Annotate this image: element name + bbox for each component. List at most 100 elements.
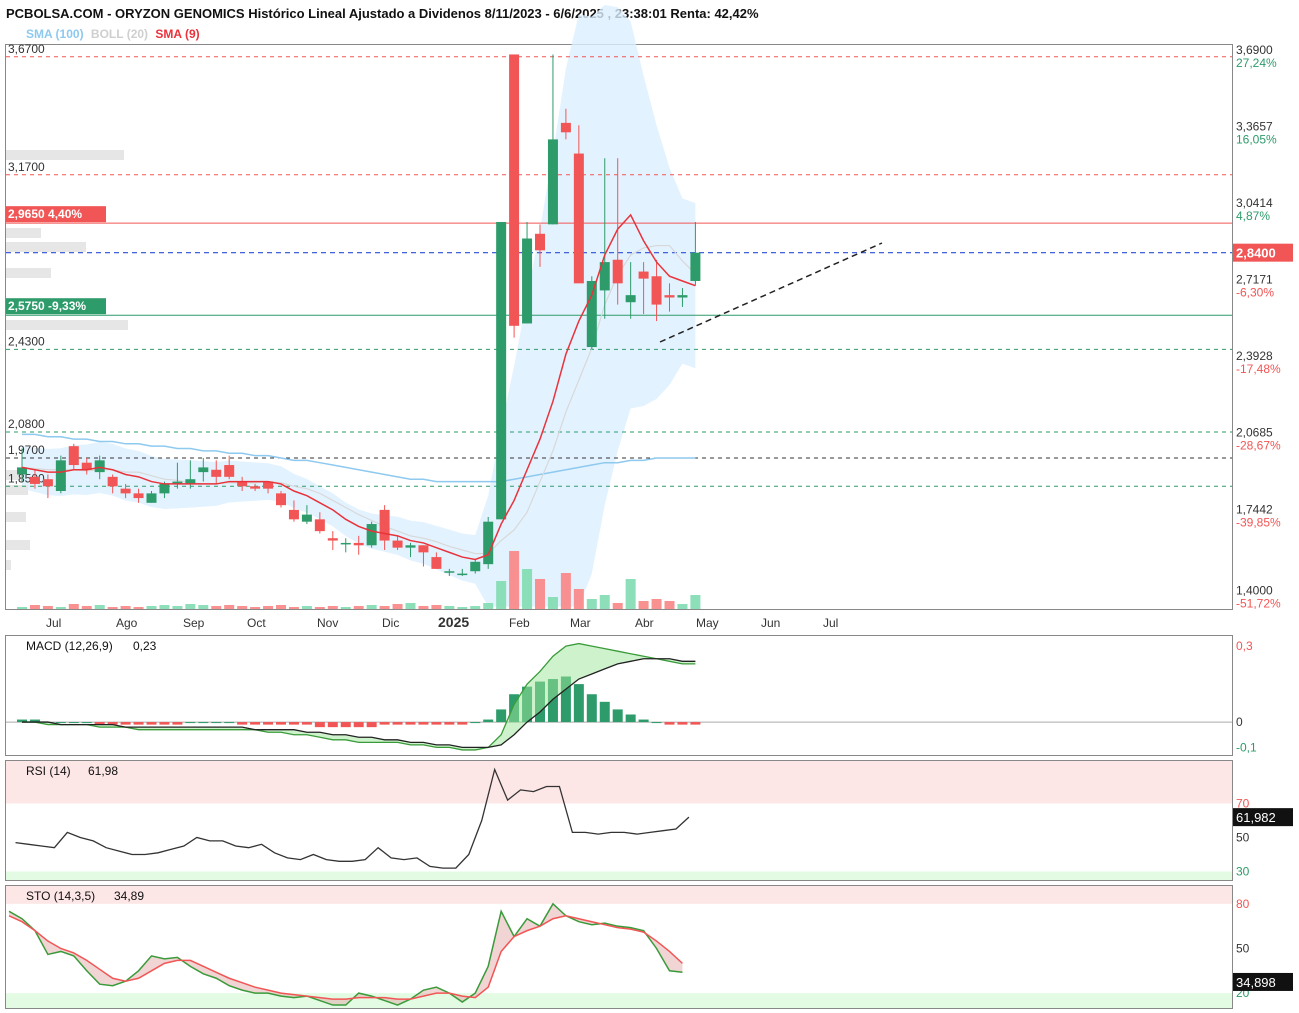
macd-histogram-bar [418,722,429,725]
volume-bar [457,607,468,609]
volume-bar [483,603,494,609]
y-tick-label: 3,3657 [1236,120,1273,134]
volume-bar [366,605,377,609]
price-level-label: 2,0800 [8,417,45,431]
candle-body [496,221,507,520]
macd-histogram-bar [353,722,364,728]
candle-body [159,483,170,494]
macd-histogram-bar [301,722,312,725]
volume-profile-bar [6,540,30,550]
volume-bar [133,607,144,609]
macd-histogram-bar [185,722,196,724]
volume-bar [263,606,274,609]
volume-bar [353,606,364,609]
macd-histogram-bar [470,722,481,724]
y-tick-label: 1,4000 [1236,583,1273,597]
y-tick-label: 2,0685 [1236,426,1273,440]
candle-body [224,465,235,477]
candle-body [198,467,209,473]
sto-y-tick: 50 [1236,941,1250,955]
price-level-label: 3,6700 [8,42,45,56]
volume-bar [314,607,325,609]
x-tick-label: Sep [183,616,205,630]
macd-histogram-bar [172,722,183,725]
y-tick-pct: -17,48% [1236,362,1281,376]
sto-last-badge: 34,898 [1236,975,1276,990]
volume-bar [496,581,507,609]
volume-bar [599,595,610,609]
volume-bar [55,607,66,609]
last-price-badge: 2,8400 [1236,246,1276,261]
rsi-value: 61,98 [88,764,118,778]
candle-body [366,524,377,546]
macd-histogram-bar [340,722,351,728]
y-tick-label: 2,7171 [1236,273,1273,287]
volume-bar [431,605,442,609]
volume-bar [522,569,533,609]
candle-body [340,542,351,545]
volume-bar [94,605,105,609]
candle-body [107,476,118,487]
macd-histogram-bar [68,722,79,724]
sto-panel[interactable]: STO (14,3,5) 34,8980502034,898 [6,886,1293,1008]
volume-bar [29,605,40,609]
macd-histogram-bar [690,722,701,725]
macd-histogram-bar [263,722,274,725]
volume-bar [159,605,170,609]
macd-histogram-bar [314,722,325,728]
volume-bar [664,601,675,609]
macd-histogram-bar [250,722,261,725]
candle-body [470,561,481,572]
volume-bar [690,595,701,609]
x-tick-label: Jul [46,616,61,630]
candle-body [535,233,545,251]
macd-histogram-bar [573,684,584,723]
volume-bar [612,603,623,609]
candle-body [405,545,416,548]
y-tick-pct: 4,87% [1236,209,1270,223]
volume-bar [250,607,261,609]
candle-body [42,479,53,487]
macd-y-tick: 0 [1236,715,1243,729]
y-tick-pct: -51,72% [1236,596,1281,610]
volume-bar [81,606,92,609]
macd-histogram-bar [379,722,390,725]
candle-body [314,519,325,532]
y-tick-pct: 27,24% [1236,56,1277,70]
x-tick-label: Jul [823,616,838,630]
chart-svg[interactable]: 3,6700 3,1700 2,9650 4,40% 2,5750 -9,33% 2,4… [0,0,1299,1013]
candle-body [146,493,157,503]
macd-histogram-bar [224,722,235,724]
x-tick-label: May [696,616,719,630]
y-tick-pct: 16,05% [1236,133,1277,147]
y-tick-label: 3,6900 [1236,43,1273,57]
x-tick-label: Mar [570,616,591,630]
candle-body [29,476,40,484]
price-level-badge: 2,5750 -9,33% [8,299,86,313]
macd-histogram-bar [612,709,623,723]
candle-body [586,280,597,348]
candle-body [612,259,623,284]
macd-histogram-bar [651,722,662,724]
candle-body [483,521,494,565]
volume-bar [42,606,53,609]
macd-histogram-bar [327,722,338,728]
macd-title: MACD (12,26,9) [26,639,113,653]
volume-bar [224,605,235,609]
macd-histogram-bar [198,722,209,724]
candle-body [301,514,312,522]
sto-overbought-zone [6,886,1232,904]
macd-histogram-bar [483,719,494,723]
price-panel[interactable]: 3,6700 3,1700 2,9650 4,40% 2,5750 -9,33% 2,4… [6,4,1293,611]
volume-bar [120,606,131,609]
candle-body [379,509,390,541]
volume-bar [198,605,209,609]
macd-panel[interactable]: MACD (12,26,9) 0,23 0,3 0 -0,1 [6,639,1257,754]
candle-body [327,538,338,541]
macd-y-tick: 0,3 [1236,639,1253,653]
volume-bar [405,603,416,609]
rsi-panel[interactable]: RSI (14) 61,9870503061,982 [6,761,1293,880]
macd-histogram-bar [146,722,157,725]
volume-bar [211,606,222,609]
y-tick-pct: -39,85% [1236,515,1281,529]
